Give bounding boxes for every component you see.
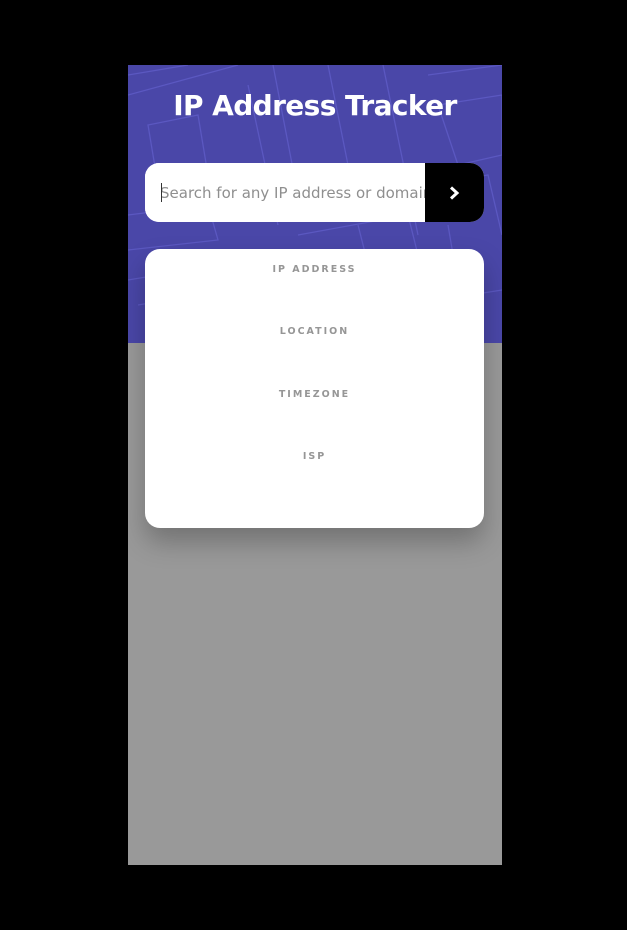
app-viewport: IP Address Tracker IP ADDRESS LOCATION T… xyxy=(128,65,502,865)
ip-info-card: IP ADDRESS LOCATION TIMEZONE ISP xyxy=(145,249,484,528)
chevron-right-icon xyxy=(449,185,460,200)
timezone-section: TIMEZONE xyxy=(145,389,484,401)
location-section: LOCATION xyxy=(145,326,484,338)
ip-address-section: IP ADDRESS xyxy=(145,264,484,276)
isp-label: ISP xyxy=(302,451,327,462)
text-caret xyxy=(161,183,162,202)
location-value xyxy=(145,337,484,338)
timezone-label: TIMEZONE xyxy=(278,389,351,400)
search-input[interactable] xyxy=(145,163,425,222)
page-title: IP Address Tracker xyxy=(173,89,457,122)
timezone-value xyxy=(145,400,484,401)
location-label: LOCATION xyxy=(279,326,350,337)
search-submit-button[interactable] xyxy=(425,163,484,222)
isp-value xyxy=(145,462,484,463)
ip-address-label: IP ADDRESS xyxy=(272,264,357,275)
isp-section: ISP xyxy=(145,451,484,463)
ip-address-value xyxy=(145,275,484,276)
search-bar xyxy=(145,163,484,222)
